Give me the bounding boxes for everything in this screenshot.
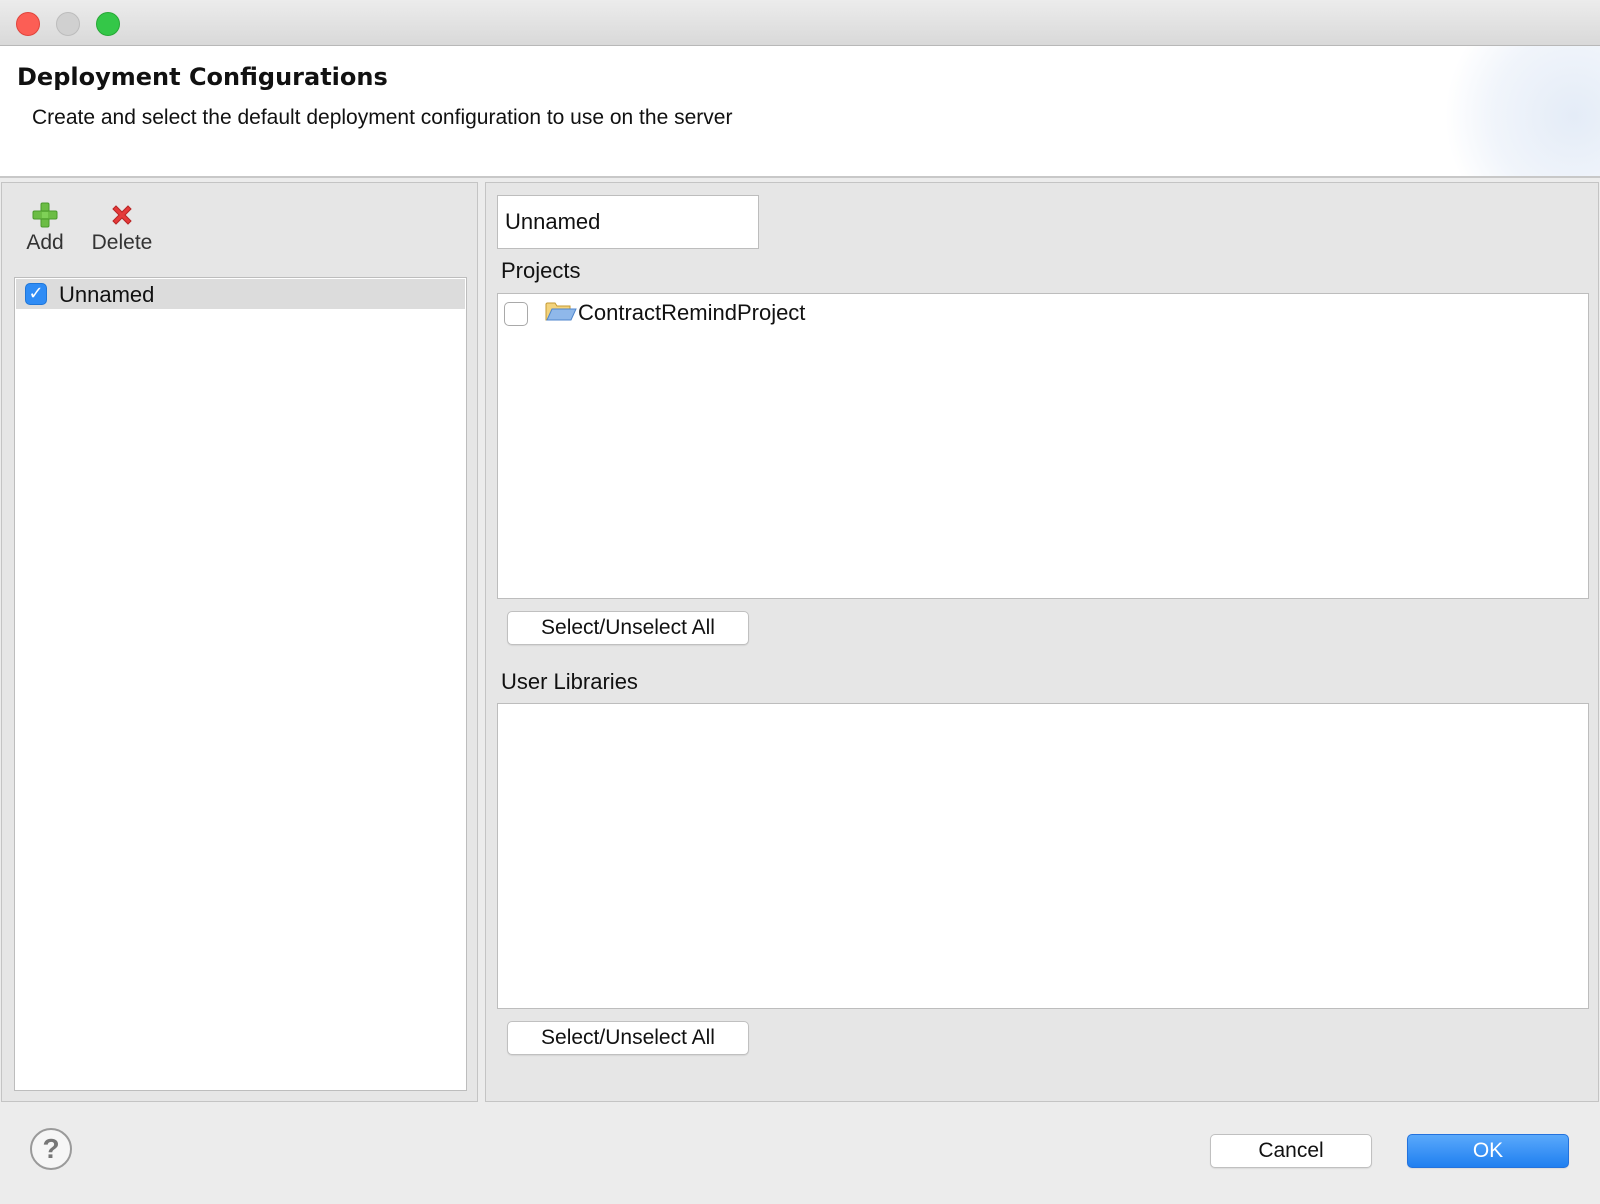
title-bar — [0, 0, 1600, 46]
minimize-window-button[interactable] — [56, 12, 80, 36]
dialog-description: Create and select the default deployment… — [32, 106, 733, 129]
projects-list: ContractRemindProject — [497, 293, 1589, 599]
list-item[interactable]: ✓ Unnamed — [16, 279, 465, 309]
configuration-detail-panel: Projects ContractRemindProject Select/Un… — [485, 182, 1599, 1102]
deployment-dialog-window: Deployment Configurations Create and sel… — [0, 0, 1600, 1204]
x-delete-icon — [112, 205, 132, 225]
delete-button[interactable]: Delete — [86, 201, 158, 255]
close-window-button[interactable] — [16, 12, 40, 36]
help-icon[interactable]: ? — [30, 1128, 72, 1170]
folder-icon — [545, 302, 577, 321]
add-button[interactable]: Add — [22, 201, 68, 255]
add-label: Add — [26, 231, 64, 254]
libraries-select-all-button[interactable]: Select/Unselect All — [507, 1021, 749, 1055]
ok-button[interactable]: OK — [1407, 1134, 1569, 1168]
configuration-name-field[interactable] — [497, 195, 759, 249]
plus-icon — [32, 202, 58, 228]
cancel-button[interactable]: Cancel — [1210, 1134, 1372, 1168]
delete-label: Delete — [91, 231, 153, 254]
project-checkbox[interactable] — [504, 302, 528, 326]
dialog-title: Deployment Configurations — [17, 63, 388, 91]
project-label: ContractRemindProject — [578, 300, 806, 325]
user-libraries-list — [497, 703, 1589, 1009]
user-libraries-label: User Libraries — [501, 669, 638, 694]
configuration-checkbox[interactable]: ✓ — [25, 283, 47, 305]
configurations-panel: Add Delete ✓ Unnamed — [1, 182, 478, 1102]
configuration-list: ✓ Unnamed — [14, 277, 467, 1091]
configuration-label: Unnamed — [59, 282, 155, 307]
header-decoration — [1420, 46, 1600, 176]
projects-select-all-button[interactable]: Select/Unselect All — [507, 611, 749, 645]
dialog-header: Deployment Configurations Create and sel… — [0, 46, 1600, 178]
maximize-window-button[interactable] — [96, 12, 120, 36]
projects-label: Projects — [501, 258, 581, 283]
